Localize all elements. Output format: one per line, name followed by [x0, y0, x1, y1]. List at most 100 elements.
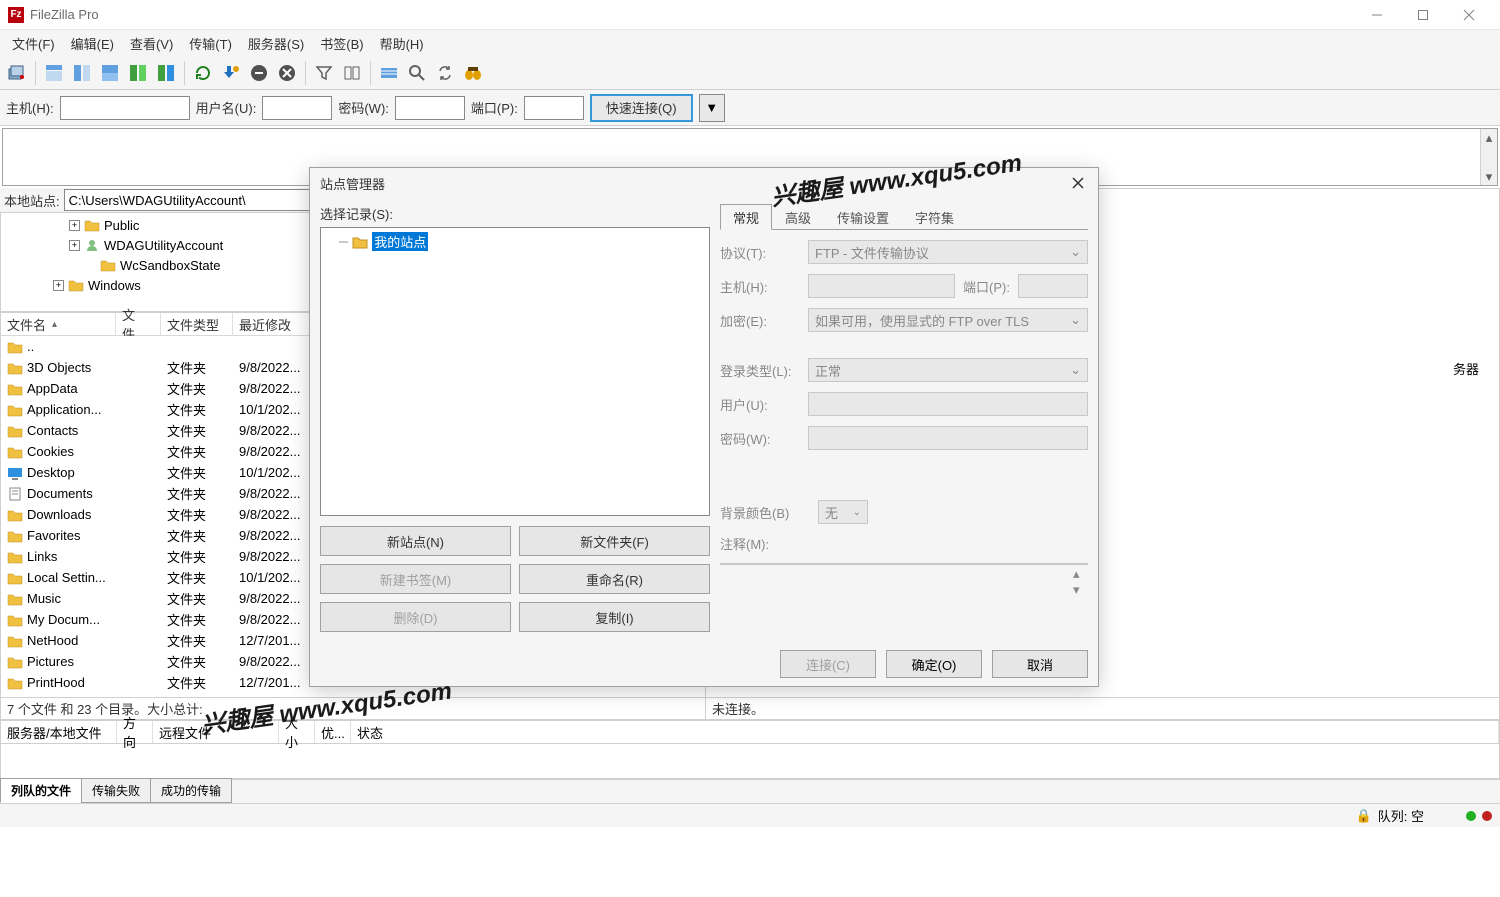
- bottom-tabs: 列队的文件 传输失败 成功的传输: [0, 779, 1500, 803]
- layout-3-icon[interactable]: [97, 60, 123, 86]
- refresh-icon[interactable]: [190, 60, 216, 86]
- pass-input[interactable]: [395, 96, 465, 120]
- quickconnect-button[interactable]: 快速连接(Q): [590, 94, 693, 122]
- menu-server[interactable]: 服务器(S): [240, 31, 312, 56]
- host-label: 主机(H):: [6, 98, 54, 117]
- minimize-button[interactable]: [1354, 0, 1400, 30]
- quickconnect-dropdown[interactable]: ▼: [699, 94, 725, 122]
- status-dot-red: [1482, 811, 1492, 821]
- select-entry-label: 选择记录(S):: [320, 204, 710, 223]
- dialog-close-button[interactable]: [1068, 173, 1088, 193]
- col-type[interactable]: 文件类型: [161, 313, 233, 335]
- queue-status: 队列: 空: [1378, 806, 1424, 825]
- sync-browse-icon[interactable]: [376, 60, 402, 86]
- site-item[interactable]: 我的站点: [372, 232, 428, 251]
- app-icon: Fz: [8, 7, 24, 23]
- tab-general[interactable]: 常规: [720, 204, 772, 230]
- dlg-user-input[interactable]: [808, 392, 1088, 416]
- binoculars-icon[interactable]: [460, 60, 486, 86]
- dlg-pass-input[interactable]: [808, 426, 1088, 450]
- new-bookmark-button: 新建书签(M): [320, 564, 511, 594]
- logon-select[interactable]: 正常⌄: [808, 358, 1088, 382]
- tree-node[interactable]: WcSandboxState: [120, 258, 220, 273]
- layout-5-icon[interactable]: [153, 60, 179, 86]
- col-status[interactable]: 状态: [351, 721, 1499, 743]
- remote-status: 未连接。: [706, 698, 1500, 720]
- ok-button[interactable]: 确定(O): [886, 650, 982, 678]
- status-bar: 🔒 队列: 空: [0, 803, 1500, 827]
- queue-body[interactable]: [0, 744, 1500, 779]
- col-remote[interactable]: 远程文件: [153, 721, 279, 743]
- tree-node[interactable]: Public: [104, 218, 139, 233]
- col-size[interactable]: 文件...: [116, 313, 161, 335]
- protocol-select[interactable]: FTP - 文件传输协议⌄: [808, 240, 1088, 264]
- compare-icon[interactable]: [339, 60, 365, 86]
- disconnect-icon[interactable]: [274, 60, 300, 86]
- menu-file[interactable]: 文件(F): [4, 31, 63, 56]
- dialog-tabs: 常规 高级 传输设置 字符集: [720, 204, 1088, 230]
- copy-button[interactable]: 复制(I): [519, 602, 710, 632]
- user-input[interactable]: [262, 96, 332, 120]
- search-icon[interactable]: [404, 60, 430, 86]
- toolbar: [0, 56, 1500, 90]
- menu-edit[interactable]: 编辑(E): [63, 31, 122, 56]
- local-site-label: 本地站点:: [4, 191, 60, 210]
- close-button[interactable]: [1446, 0, 1492, 30]
- site-manager-dialog: 站点管理器 选择记录(S): ─ 我的站点 新站点(N) 新文件夹(F) 新建书…: [309, 167, 1099, 687]
- cancel-button[interactable]: 取消: [992, 650, 1088, 678]
- tab-charset[interactable]: 字符集: [902, 204, 967, 229]
- comment-textarea[interactable]: ▴▾: [720, 563, 1088, 565]
- new-site-button[interactable]: 新站点(N): [320, 526, 511, 556]
- expand-icon[interactable]: +: [69, 220, 80, 231]
- tab-success[interactable]: 成功的传输: [150, 778, 232, 803]
- file-row[interactable]: Recent文件夹9/8/2022...: [1, 693, 705, 698]
- dlg-user-label: 用户(U):: [720, 395, 800, 414]
- dlg-port-input[interactable]: [1018, 274, 1088, 298]
- rename-button[interactable]: 重命名(R): [519, 564, 710, 594]
- process-queue-icon[interactable]: [218, 60, 244, 86]
- layout-4-icon[interactable]: [125, 60, 151, 86]
- filter-icon[interactable]: [311, 60, 337, 86]
- status-dot-green: [1466, 811, 1476, 821]
- tab-queued[interactable]: 列队的文件: [0, 778, 82, 803]
- port-input[interactable]: [524, 96, 584, 120]
- host-input[interactable]: [60, 96, 190, 120]
- bgcolor-label: 背景颜色(B): [720, 503, 810, 522]
- protocol-label: 协议(T):: [720, 243, 800, 262]
- col-server[interactable]: 服务器/本地文件: [1, 721, 117, 743]
- remote-placeholder: 务器: [1453, 359, 1479, 378]
- tab-advanced[interactable]: 高级: [772, 204, 824, 229]
- expand-icon[interactable]: +: [53, 280, 64, 291]
- tab-transfer[interactable]: 传输设置: [824, 204, 902, 229]
- expand-icon[interactable]: +: [69, 240, 80, 251]
- menu-view[interactable]: 查看(V): [122, 31, 181, 56]
- col-name[interactable]: 文件名▴: [1, 313, 116, 335]
- queue-header: 服务器/本地文件 方向 远程文件 大小 优... 状态: [0, 720, 1500, 744]
- tab-failed[interactable]: 传输失败: [81, 778, 151, 803]
- quickconnect-bar: 主机(H): 用户名(U): 密码(W): 端口(P): 快速连接(Q) ▼: [0, 90, 1500, 126]
- encrypt-select[interactable]: 如果可用，使用显式的 FTP over TLS⌄: [808, 308, 1088, 332]
- menu-help[interactable]: 帮助(H): [372, 31, 432, 56]
- bgcolor-select[interactable]: 无⌄: [818, 500, 868, 524]
- dlg-pass-label: 密码(W):: [720, 429, 800, 448]
- layout-1-icon[interactable]: [41, 60, 67, 86]
- layout-2-icon[interactable]: [69, 60, 95, 86]
- tree-node[interactable]: Windows: [88, 278, 141, 293]
- pass-label: 密码(W):: [338, 98, 389, 117]
- stop-icon[interactable]: [246, 60, 272, 86]
- scrollbar[interactable]: ▴▾: [1480, 129, 1497, 185]
- menu-bookmark[interactable]: 书签(B): [312, 31, 371, 56]
- col-prio[interactable]: 优...: [315, 721, 351, 743]
- tree-node[interactable]: WDAGUtilityAccount: [104, 238, 223, 253]
- user-label: 用户名(U):: [196, 98, 257, 117]
- menu-transfer[interactable]: 传输(T): [181, 31, 240, 56]
- site-manager-button[interactable]: [4, 60, 30, 86]
- col-dir[interactable]: 方向: [117, 721, 153, 743]
- maximize-button[interactable]: [1400, 0, 1446, 30]
- dlg-host-input[interactable]: [808, 274, 955, 298]
- sync-icon[interactable]: [432, 60, 458, 86]
- col-qsize[interactable]: 大小: [279, 721, 315, 743]
- site-tree[interactable]: ─ 我的站点: [320, 227, 710, 516]
- new-folder-button[interactable]: 新文件夹(F): [519, 526, 710, 556]
- comment-label: 注释(M):: [720, 537, 769, 552]
